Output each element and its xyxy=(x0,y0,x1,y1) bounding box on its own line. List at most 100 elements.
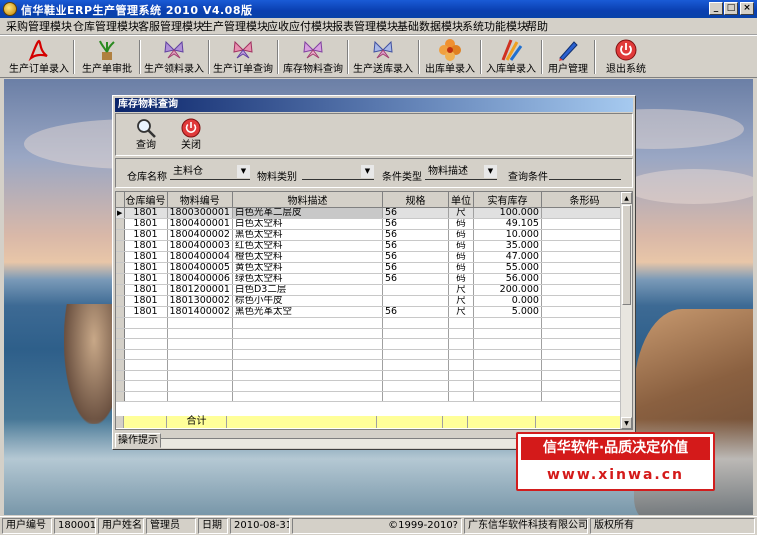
spec-cell[interactable] xyxy=(382,391,449,402)
column-header[interactable]: 仓库编号 xyxy=(124,192,168,208)
material-desc-cell[interactable] xyxy=(232,359,383,371)
minimize-button[interactable]: _ xyxy=(709,2,723,15)
material-code-cell[interactable]: 1800400003 xyxy=(167,240,233,252)
menu-system[interactable]: 系统功能模块 xyxy=(462,19,528,34)
unit-cell[interactable]: 码 xyxy=(448,273,474,285)
table-row[interactable] xyxy=(116,370,628,381)
material-code-cell[interactable] xyxy=(167,359,233,371)
warehouse-code-cell[interactable]: 1801 xyxy=(124,229,168,241)
table-row[interactable]: 1801 1801300002 棕色小牛皮 尺 0.000 xyxy=(116,295,628,307)
warehouse-code-cell[interactable]: 1801 xyxy=(124,306,168,318)
column-header[interactable]: 物料编号 xyxy=(167,192,233,208)
unit-cell[interactable]: 码 xyxy=(448,240,474,252)
stock-qty-cell[interactable]: 56.000 xyxy=(473,273,542,285)
unit-cell[interactable] xyxy=(448,317,474,329)
spec-cell[interactable]: 56 xyxy=(382,306,449,318)
table-row[interactable] xyxy=(116,391,628,402)
table-row[interactable] xyxy=(116,380,628,392)
spec-cell[interactable] xyxy=(382,370,449,381)
barcode-cell[interactable] xyxy=(541,229,628,241)
material-desc-cell[interactable]: 黑色太空料 xyxy=(232,229,383,241)
material-code-cell[interactable]: 1801200001 xyxy=(167,284,233,296)
stock-qty-cell[interactable]: 55.000 xyxy=(473,262,542,274)
material-code-cell[interactable] xyxy=(167,328,233,339)
unit-cell[interactable] xyxy=(448,349,474,360)
warehouse-code-cell[interactable]: 1801 xyxy=(124,251,168,263)
stock-qty-cell[interactable]: 47.000 xyxy=(473,251,542,263)
table-row[interactable] xyxy=(116,349,628,360)
spec-cell[interactable]: 56 xyxy=(382,229,449,241)
spec-cell[interactable]: 56 xyxy=(382,240,449,252)
maximize-button[interactable]: □ xyxy=(724,2,738,15)
close-window-button[interactable]: 关闭 xyxy=(171,116,211,153)
stock-qty-cell[interactable] xyxy=(473,391,542,402)
table-row[interactable] xyxy=(116,328,628,339)
barcode-cell[interactable] xyxy=(541,328,628,339)
unit-cell[interactable]: 尺 xyxy=(448,295,474,307)
spec-cell[interactable]: 56 xyxy=(382,251,449,263)
stock-qty-cell[interactable] xyxy=(473,380,542,392)
warehouse-code-cell[interactable] xyxy=(124,338,168,350)
warehouse-select[interactable]: 主料仓 ▼ xyxy=(170,165,250,180)
column-header[interactable]: 规格 xyxy=(382,192,449,208)
barcode-cell[interactable] xyxy=(541,317,628,329)
stock-qty-cell[interactable]: 0.000 xyxy=(473,295,542,307)
stock-qty-cell[interactable] xyxy=(473,359,542,371)
barcode-cell[interactable] xyxy=(541,262,628,274)
production-approval-button[interactable]: 生产单审批 xyxy=(78,37,136,77)
column-header[interactable]: 实有库存 xyxy=(473,192,542,208)
table-row[interactable]: 1801 1800400005 黄色太空料 56 码 55.000 xyxy=(116,262,628,274)
unit-cell[interactable] xyxy=(448,328,474,339)
production-order-entry-button[interactable]: 生产订单录入 xyxy=(8,37,70,77)
warehouse-code-cell[interactable]: 1801 xyxy=(124,295,168,307)
material-code-cell[interactable] xyxy=(167,317,233,329)
barcode-cell[interactable] xyxy=(541,218,628,230)
unit-cell[interactable]: 尺 xyxy=(448,306,474,318)
stock-qty-cell[interactable] xyxy=(473,349,542,360)
stock-qty-cell[interactable] xyxy=(473,338,542,350)
unit-cell[interactable] xyxy=(448,338,474,350)
unit-cell[interactable]: 尺 xyxy=(448,284,474,296)
material-desc-cell[interactable]: 黄色太空料 xyxy=(232,262,383,274)
menu-warehouse[interactable]: 仓库管理模块 xyxy=(73,19,139,34)
material-desc-cell[interactable]: 白色太空料 xyxy=(232,218,383,230)
warehouse-code-cell[interactable]: 1801 xyxy=(124,240,168,252)
material-desc-cell[interactable]: 棕色小牛皮 xyxy=(232,295,383,307)
material-desc-cell[interactable]: 橙色太空料 xyxy=(232,251,383,263)
spec-cell[interactable]: 56 xyxy=(382,262,449,274)
unit-cell[interactable]: 码 xyxy=(448,262,474,274)
spec-cell[interactable]: 56 xyxy=(382,207,449,219)
table-row[interactable]: 1801 1800400001 白色太空料 56 码 49.105 xyxy=(116,218,628,230)
material-code-cell[interactable] xyxy=(167,349,233,360)
unit-cell[interactable]: 尺 xyxy=(448,207,474,219)
material-code-cell[interactable]: 1800300001 xyxy=(167,207,233,219)
warehouse-code-cell[interactable]: 1801 xyxy=(124,273,168,285)
spec-cell[interactable] xyxy=(382,328,449,339)
warehouse-code-cell[interactable] xyxy=(124,370,168,381)
unit-cell[interactable]: 码 xyxy=(448,218,474,230)
material-desc-cell[interactable]: 白色D3二层 xyxy=(232,284,383,296)
spec-cell[interactable]: 56 xyxy=(382,218,449,230)
unit-cell[interactable] xyxy=(448,380,474,392)
unit-cell[interactable] xyxy=(448,370,474,381)
material-code-cell[interactable]: 1801400002 xyxy=(167,306,233,318)
warehouse-code-cell[interactable] xyxy=(124,328,168,339)
material-desc-cell[interactable]: 红色太空料 xyxy=(232,240,383,252)
barcode-cell[interactable] xyxy=(541,251,628,263)
inbound-entry-button[interactable]: 入库单录入 xyxy=(484,37,538,77)
menu-customer-service[interactable]: 客服管理模块 xyxy=(138,19,204,34)
barcode-cell[interactable] xyxy=(541,349,628,360)
condition-type-select[interactable]: 物料描述 ▼ xyxy=(425,165,497,180)
warehouse-code-cell[interactable]: 1801 xyxy=(124,218,168,230)
spec-cell[interactable] xyxy=(382,295,449,307)
exit-system-button[interactable]: 退出系统 xyxy=(600,37,652,77)
production-delivery-entry-button[interactable]: 生产送库录入 xyxy=(352,37,414,77)
barcode-cell[interactable] xyxy=(541,380,628,392)
stock-qty-cell[interactable]: 49.105 xyxy=(473,218,542,230)
scroll-down-icon[interactable]: ▼ xyxy=(621,417,632,429)
stock-qty-cell[interactable]: 5.000 xyxy=(473,306,542,318)
stock-qty-cell[interactable]: 35.000 xyxy=(473,240,542,252)
barcode-cell[interactable] xyxy=(541,306,628,318)
material-desc-cell[interactable] xyxy=(232,338,383,350)
material-code-cell[interactable]: 1800400004 xyxy=(167,251,233,263)
